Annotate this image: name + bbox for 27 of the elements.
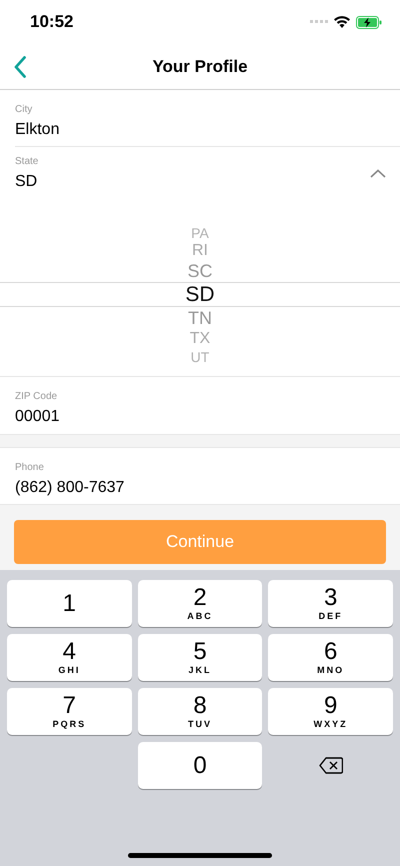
battery-charging-icon [356,16,382,28]
status-time: 10:52 [30,11,74,34]
picker-option[interactable]: SD [185,282,215,307]
wifi-icon [334,16,350,28]
keypad-key[interactable]: 3 DEF [268,580,393,627]
page-title: Your Profile [151,56,249,78]
back-icon [14,56,26,78]
keypad-key[interactable]: 2 ABC [138,580,262,627]
keypad-key[interactable]: 5 JKL [138,634,262,681]
keypad-key[interactable]: 8 TUV [138,688,262,735]
signal-icon [310,20,328,24]
field-value[interactable]: 00001 [15,407,400,427]
field-value[interactable]: Elkton [15,120,400,140]
field-value[interactable]: (862) 800-7637 [15,478,400,498]
field-value[interactable]: SD [15,172,38,192]
field-label: Phone [15,462,45,474]
keypad-key[interactable]: 7 PQRS [7,688,132,735]
keypad-key[interactable]: 1 [7,580,132,627]
keypad-key[interactable]: 9 WXYZ [268,688,393,735]
keypad-key[interactable]: 6 MNO [268,634,393,681]
field-label: State [15,156,38,168]
keypad-key[interactable]: 0 [138,742,262,789]
chevron-up-icon[interactable] [370,168,386,178]
keypad-key[interactable]: 4 GHI [7,634,132,681]
backspace-icon [318,757,343,774]
field-label: ZIP Code [15,391,58,403]
field-label: City [15,104,34,116]
